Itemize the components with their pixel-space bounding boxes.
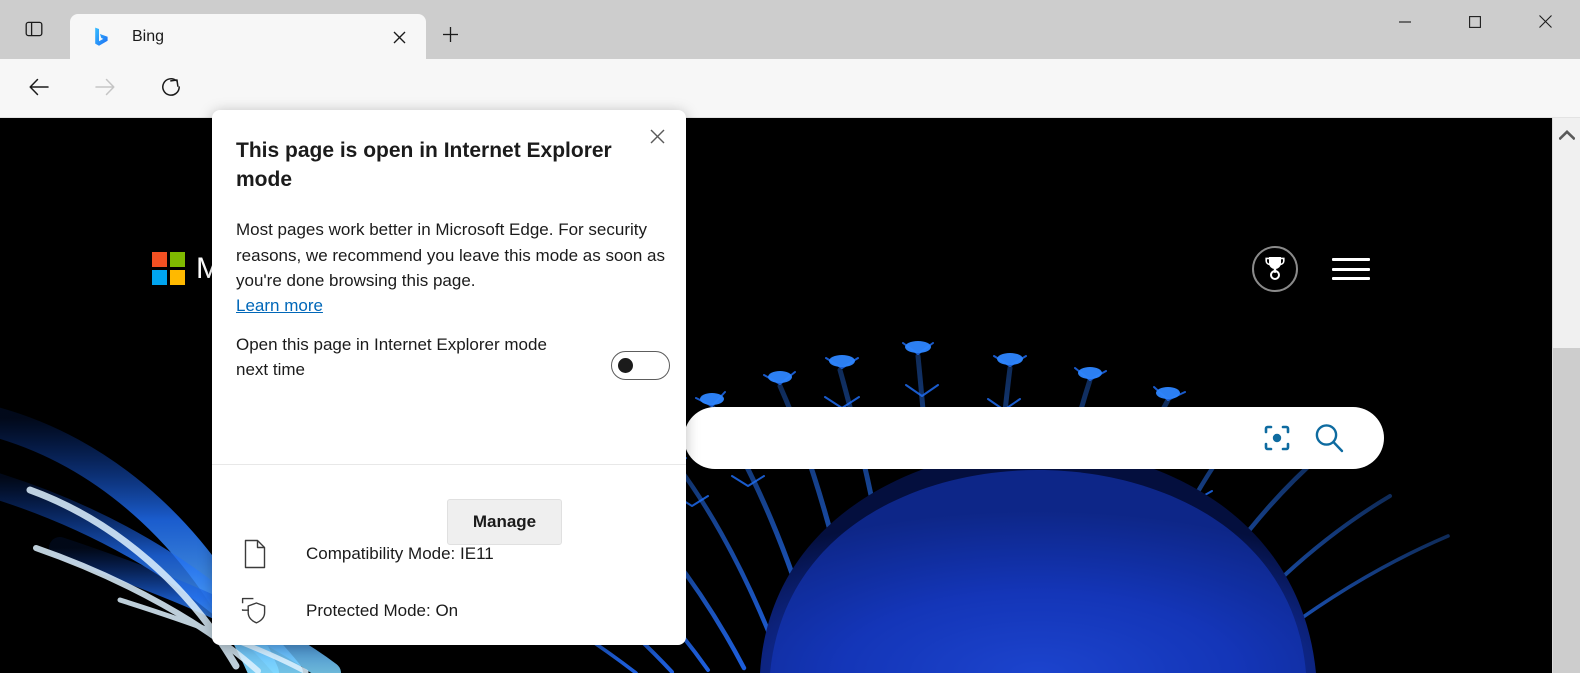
learn-more-link[interactable]: Learn more	[236, 294, 323, 318]
microsoft-logo-icon	[152, 252, 186, 286]
hamburger-menu-icon[interactable]	[1332, 254, 1370, 284]
chevron-up-icon	[1557, 127, 1576, 145]
info-row-compatibility-mode: Compatibility Mode: IE11	[238, 535, 668, 573]
close-icon	[1538, 14, 1552, 33]
maximize-icon	[1469, 15, 1481, 33]
info-row-protected-mode: Protected Mode: On	[238, 592, 668, 630]
minimize-icon	[1399, 15, 1411, 33]
arrow-left-icon	[27, 75, 51, 104]
browser-window: Bing This page is open in Internet Explo…	[0, 0, 1580, 673]
scrollbar-thumb[interactable]	[1553, 348, 1580, 673]
arrow-right-icon	[93, 75, 117, 104]
page-scrollbar[interactable]	[1552, 118, 1580, 673]
rewards-medal-icon	[1263, 254, 1287, 285]
tab-strip: Bing	[0, 0, 1580, 59]
forward-button	[88, 72, 122, 106]
protected-mode-shield-icon	[238, 594, 272, 628]
bing-search-box[interactable]	[684, 407, 1384, 469]
document-page-icon	[238, 537, 272, 571]
visual-search-camera-icon[interactable]	[1262, 423, 1292, 453]
flyout-divider	[212, 464, 686, 465]
tab-search-icon	[25, 20, 43, 43]
window-controls	[1370, 0, 1580, 59]
ie-mode-next-time-toggle[interactable]	[611, 351, 670, 380]
ie-mode-next-time-row: Open this page in Internet Explorer mode…	[236, 332, 670, 392]
minimize-button[interactable]	[1370, 0, 1440, 47]
tab-search-button[interactable]	[16, 18, 52, 44]
bing-favicon	[92, 27, 112, 47]
scrollbar-up-button[interactable]	[1553, 118, 1580, 154]
close-icon	[650, 129, 665, 149]
plus-icon	[442, 26, 459, 48]
flyout-title: This page is open in Internet Explorer m…	[236, 139, 612, 191]
toggle-knob	[618, 358, 633, 373]
maximize-button[interactable]	[1440, 0, 1510, 47]
search-magnifier-icon[interactable]	[1312, 421, 1346, 455]
internet-explorer-mode-flyout: This page is open in Internet Explorer m…	[212, 110, 686, 645]
back-button[interactable]	[22, 72, 56, 106]
tab-title: Bing	[132, 27, 165, 45]
rewards-button[interactable]	[1252, 246, 1298, 292]
reload-button[interactable]	[154, 72, 188, 106]
info-row-label: Protected Mode: On	[306, 601, 459, 620]
new-tab-button[interactable]	[434, 21, 466, 53]
ie-mode-next-time-label: Open this page in Internet Explorer mode…	[236, 335, 547, 379]
tab-close-button[interactable]	[386, 24, 412, 50]
refresh-icon	[159, 75, 183, 104]
flyout-description: Most pages work better in Microsoft Edge…	[236, 220, 666, 290]
flyout-close-button[interactable]	[638, 120, 676, 158]
close-button[interactable]	[1510, 0, 1580, 47]
browser-tab[interactable]: Bing	[70, 14, 426, 59]
info-row-label: Compatibility Mode: IE11	[306, 544, 494, 563]
